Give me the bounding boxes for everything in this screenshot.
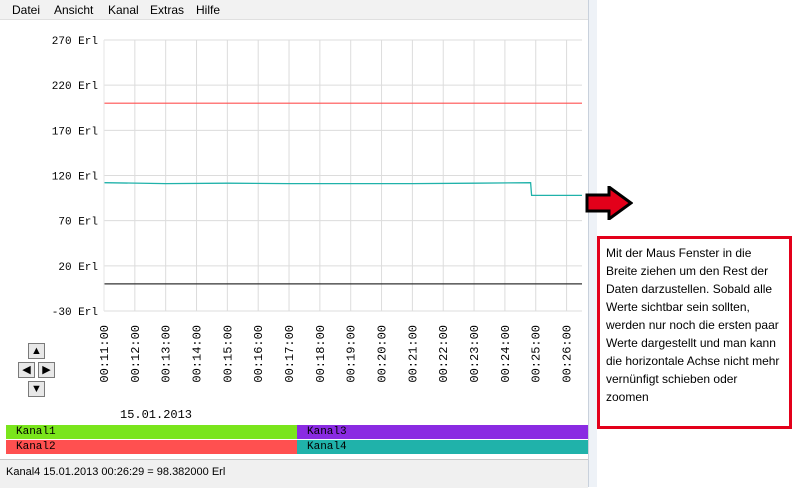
x-axis-date: 15.01.2013 <box>120 408 193 422</box>
window-resize-edge[interactable] <box>588 0 597 487</box>
status-bar: Kanal4 15.01.2013 00:26:29 = 98.382000 E… <box>0 459 588 488</box>
x-tick-label: 00:18:00 <box>314 325 328 383</box>
y-tick-label: -30 Erl <box>52 307 98 319</box>
channel-kanal2[interactable]: Kanal2 <box>6 440 297 454</box>
menu-bar: Datei Ansicht Kanal Extras Hilfe <box>0 0 596 20</box>
channel-kanal3[interactable]: Kanal3 <box>297 425 588 439</box>
x-tick-label: 00:14:00 <box>191 325 205 383</box>
pan-up-button[interactable]: ▲ <box>28 343 45 359</box>
channel-kanal1[interactable]: Kanal1 <box>6 425 297 439</box>
pan-down-button[interactable]: ▼ <box>28 381 45 397</box>
x-tick-label: 00:15:00 <box>221 325 235 383</box>
series-line-kanal4 <box>103 182 582 197</box>
y-tick-label: 220 Erl <box>52 81 98 93</box>
menu-ansicht[interactable]: Ansicht <box>54 3 93 17</box>
x-tick-label: 00:26:00 <box>561 325 575 383</box>
arrow-left-icon: ◀ <box>22 364 31 376</box>
x-tick-label: 00:19:00 <box>345 325 359 383</box>
x-tick-label: 00:13:00 <box>160 325 174 383</box>
y-tick-label: 20 Erl <box>58 262 98 274</box>
red-arrow-icon <box>585 186 633 220</box>
menu-hilfe[interactable]: Hilfe <box>196 3 220 17</box>
y-tick-label: 70 Erl <box>58 217 98 229</box>
pan-right-button[interactable]: ▶ <box>38 362 55 378</box>
menu-extras[interactable]: Extras <box>150 3 184 17</box>
app-window: Datei Ansicht Kanal Extras Hilfe 270 Erl… <box>0 0 597 488</box>
y-tick-label: 120 Erl <box>52 172 98 184</box>
menu-kanal[interactable]: Kanal <box>108 3 139 17</box>
channel-kanal4[interactable]: Kanal4 <box>297 440 588 454</box>
x-tick-label: 00:24:00 <box>499 325 513 383</box>
arrow-up-icon: ▲ <box>31 345 42 357</box>
x-tick-label: 00:12:00 <box>129 325 143 383</box>
x-tick-label: 00:11:00 <box>98 325 112 383</box>
x-tick-label: 00:23:00 <box>468 325 482 383</box>
annotation-note: Mit der Maus Fenster in die Breite ziehe… <box>597 236 792 429</box>
status-text: Kanal4 15.01.2013 00:26:29 = 98.382000 E… <box>6 466 226 478</box>
line-chart[interactable]: 270 Erl 220 Erl 170 Erl 120 Erl 70 Erl 20 Erl… <box>0 20 588 424</box>
x-tick-label: 00:16:00 <box>252 325 266 383</box>
arrow-down-icon: ▼ <box>31 383 42 395</box>
arrow-right-icon: ▶ <box>42 364 51 376</box>
pan-left-button[interactable]: ◀ <box>18 362 35 378</box>
y-tick-label: 270 Erl <box>52 36 98 48</box>
x-tick-label: 00:20:00 <box>376 325 390 383</box>
menu-datei[interactable]: Datei <box>12 3 40 17</box>
y-tick-label: 170 Erl <box>52 126 98 138</box>
x-tick-label: 00:21:00 <box>406 325 420 383</box>
x-tick-label: 00:22:00 <box>437 325 451 383</box>
x-tick-label: 00:17:00 <box>283 325 297 383</box>
x-tick-label: 00:25:00 <box>530 325 544 383</box>
